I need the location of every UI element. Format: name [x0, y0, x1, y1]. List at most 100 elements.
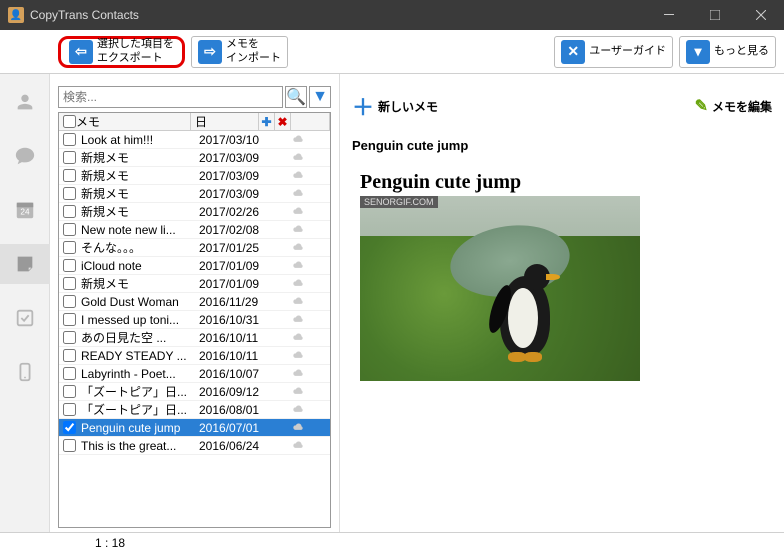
cloud-icon [265, 403, 330, 417]
row-checkbox[interactable] [63, 151, 76, 164]
cloud-icon [265, 259, 330, 273]
import-button[interactable]: ⇨ メモを インポート [191, 36, 288, 68]
row-checkbox[interactable] [63, 367, 76, 380]
row-title: Penguin cute jump [79, 421, 197, 435]
row-checkbox[interactable] [63, 403, 76, 416]
cloud-icon [265, 151, 330, 165]
cloud-icon [265, 331, 330, 345]
edit-memo-button[interactable]: ✎ メモを編集 [695, 96, 772, 116]
list-header: メモ 日 ✚ ✖ [59, 113, 330, 131]
row-checkbox[interactable] [63, 349, 76, 362]
window-title: CopyTrans Contacts [30, 8, 646, 22]
table-row[interactable]: Gold Dust Woman2016/11/29 [59, 293, 330, 311]
table-row[interactable]: 新規メモ2017/02/26 [59, 203, 330, 221]
row-date: 2016/10/11 [197, 349, 265, 363]
memo-list[interactable]: メモ 日 ✚ ✖ Look at him!!!2017/03/10新規メモ201… [58, 112, 331, 528]
cloud-icon [265, 385, 330, 399]
header-add-icon[interactable]: ✚ [259, 113, 275, 130]
row-date: 2016/10/07 [197, 367, 265, 381]
nav-device[interactable] [0, 352, 50, 392]
userguide-label: ユーザーガイド [589, 45, 666, 58]
search-icon: 🔍 [286, 87, 306, 107]
more-label: もっと見る [714, 45, 769, 58]
maximize-button[interactable] [692, 0, 738, 30]
table-row[interactable]: 「ズートピア」日...2016/09/12 [59, 383, 330, 401]
row-date: 2016/10/11 [197, 331, 265, 345]
table-row[interactable]: I messed up toni...2016/10/31 [59, 311, 330, 329]
penguin-illustration [480, 256, 570, 366]
table-row[interactable]: Penguin cute jump2016/07/01 [59, 419, 330, 437]
row-checkbox[interactable] [63, 223, 76, 236]
cloud-icon [265, 421, 330, 435]
main: 24 🔍 ▼ メモ 日 ✚ ✖ [0, 74, 784, 532]
toolbar: ⇦ 選択した項目を エクスポート ⇨ メモを インポート ✕ ユーザーガイド ▾… [0, 30, 784, 74]
more-button[interactable]: ▾ もっと見る [679, 36, 776, 68]
import-icon: ⇨ [198, 40, 222, 64]
edit-memo-label: メモを編集 [712, 98, 772, 115]
table-row[interactable]: This is the great...2016/06/24 [59, 437, 330, 455]
table-row[interactable]: Labyrinth - Poet...2016/10/07 [59, 365, 330, 383]
nav-calendar[interactable]: 24 [0, 190, 50, 230]
new-memo-label: 新しいメモ [378, 98, 438, 115]
row-checkbox[interactable] [63, 169, 76, 182]
nav-contacts[interactable] [0, 82, 50, 122]
table-row[interactable]: 「ズートピア」日...2016/08/01 [59, 401, 330, 419]
cloud-icon [265, 439, 330, 453]
table-row[interactable]: Look at him!!!2017/03/10 [59, 131, 330, 149]
header-date[interactable]: 日 [195, 113, 207, 130]
row-title: あの日見た空 ... [79, 329, 197, 346]
nav-messages[interactable] [0, 136, 50, 176]
search-button[interactable]: 🔍 [285, 86, 307, 108]
row-checkbox[interactable] [63, 331, 76, 344]
row-checkbox[interactable] [63, 205, 76, 218]
row-checkbox[interactable] [63, 133, 76, 146]
table-row[interactable]: 新規メモ2017/03/09 [59, 185, 330, 203]
filter-button[interactable]: ▼ [309, 86, 331, 108]
table-row[interactable]: あの日見た空 ...2016/10/11 [59, 329, 330, 347]
cloud-icon [265, 349, 330, 363]
table-row[interactable]: 新規メモ2017/03/09 [59, 167, 330, 185]
table-row[interactable]: 新規メモ2017/01/09 [59, 275, 330, 293]
row-title: そんな。。。 [79, 239, 197, 256]
row-date: 2016/06/24 [197, 439, 265, 453]
filter-icon: ▼ [312, 88, 328, 106]
row-checkbox[interactable] [63, 421, 76, 434]
row-title: READY STEADY ... [79, 349, 197, 363]
nav-tasks[interactable] [0, 298, 50, 338]
cloud-icon [265, 169, 330, 183]
new-memo-button[interactable]: ＋ 新しいメモ [352, 90, 438, 122]
table-row[interactable]: iCloud note2017/01/09 [59, 257, 330, 275]
row-checkbox[interactable] [63, 277, 76, 290]
detail-pane: ＋ 新しいメモ ✎ メモを編集 Penguin cute jump Pengui… [340, 74, 784, 532]
row-title: Look at him!!! [79, 133, 197, 147]
status-counter: 1 : 18 [95, 536, 125, 550]
minimize-button[interactable] [646, 0, 692, 30]
close-button[interactable] [738, 0, 784, 30]
header-checkbox[interactable] [63, 115, 76, 128]
table-row[interactable]: 新規メモ2017/03/09 [59, 149, 330, 167]
row-title: 新規メモ [79, 203, 197, 220]
export-label: 選択した項目を エクスポート [97, 38, 174, 64]
row-date: 2016/11/29 [197, 295, 265, 309]
row-title: 新規メモ [79, 167, 197, 184]
row-checkbox[interactable] [63, 385, 76, 398]
search-input[interactable] [58, 86, 283, 108]
row-checkbox[interactable] [63, 313, 76, 326]
header-title[interactable]: メモ [76, 113, 100, 130]
cloud-icon [265, 223, 330, 237]
table-row[interactable]: New note new li...2017/02/08 [59, 221, 330, 239]
cloud-icon [265, 313, 330, 327]
row-checkbox[interactable] [63, 439, 76, 452]
header-delete-icon[interactable]: ✖ [275, 113, 291, 130]
table-row[interactable]: そんな。。。2017/01/25 [59, 239, 330, 257]
row-checkbox[interactable] [63, 259, 76, 272]
chevron-down-icon: ▾ [686, 40, 710, 64]
row-checkbox[interactable] [63, 295, 76, 308]
row-checkbox[interactable] [63, 241, 76, 254]
userguide-button[interactable]: ✕ ユーザーガイド [554, 36, 673, 68]
row-date: 2017/01/25 [197, 241, 265, 255]
nav-notes[interactable] [0, 244, 50, 284]
export-button[interactable]: ⇦ 選択した項目を エクスポート [58, 36, 185, 68]
row-checkbox[interactable] [63, 187, 76, 200]
table-row[interactable]: READY STEADY ...2016/10/11 [59, 347, 330, 365]
